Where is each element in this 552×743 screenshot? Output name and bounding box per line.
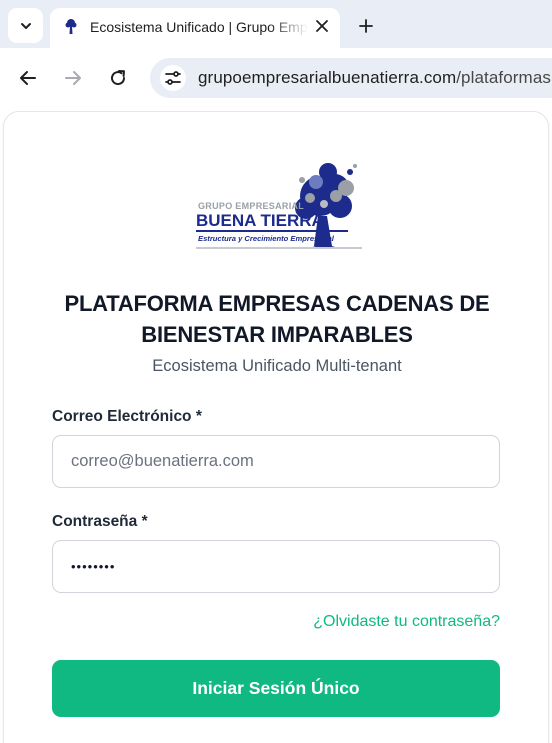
site-settings-button[interactable] xyxy=(160,65,186,91)
forgot-password-link[interactable]: ¿Olvidaste tu contraseña? xyxy=(313,613,500,631)
company-logo: GRUPO EMPRESARIAL BUENA TIERRA Estructur… xyxy=(196,163,362,249)
url-domain: grupoempresarialbuenatierra.com xyxy=(198,68,457,87)
tab-search-button[interactable] xyxy=(8,8,43,43)
password-input[interactable] xyxy=(52,540,500,593)
logo-line-2: BUENA TIERRA xyxy=(196,211,324,230)
back-arrow-icon xyxy=(20,71,36,85)
password-label-text: Contraseña xyxy=(52,513,138,530)
reload-button[interactable] xyxy=(106,66,130,90)
tab-title: Ecosistema Unificado | Grupo Empresarial… xyxy=(90,19,308,35)
email-label-text: Correo Electrónico xyxy=(52,408,192,425)
login-card: GRUPO EMPRESARIAL BUENA TIERRA Estructur… xyxy=(3,111,549,743)
reload-icon xyxy=(111,70,126,86)
active-tab[interactable]: Ecosistema Unificado | Grupo Empresarial… xyxy=(50,8,340,48)
tab-strip: Ecosistema Unificado | Grupo Empresarial… xyxy=(0,0,552,48)
password-label: Contraseña * xyxy=(52,513,148,531)
new-tab-button[interactable] xyxy=(354,14,378,38)
page-viewport: GRUPO EMPRESARIAL BUENA TIERRA Estructur… xyxy=(0,108,552,743)
email-input[interactable] xyxy=(52,435,500,488)
page-title: PLATAFORMA EMPRESAS CADENAS DE BIENESTAR… xyxy=(64,291,490,347)
tab-close-button[interactable] xyxy=(312,16,332,36)
page-subtitle: Ecosistema Unificado Multi-tenant xyxy=(152,357,402,375)
forward-arrow-icon xyxy=(65,71,81,85)
address-bar[interactable]: grupoempresarialbuenatierra.com/platafor… xyxy=(150,58,552,98)
required-mark: * xyxy=(141,513,148,530)
chevron-down-icon xyxy=(20,22,31,29)
forward-button[interactable] xyxy=(61,66,85,90)
url-text: grupoempresarialbuenatierra.com/platafor… xyxy=(198,68,551,88)
login-submit-button[interactable]: Iniciar Sesión Único xyxy=(52,660,500,717)
favicon-tree-icon xyxy=(65,19,77,34)
back-button[interactable] xyxy=(16,66,40,90)
close-icon xyxy=(316,20,328,32)
logo-line-3: Estructura y Crecimiento Empresarial xyxy=(198,234,335,243)
url-path: /plataformas xyxy=(456,68,551,87)
browser-toolbar: grupoempresarialbuenatierra.com/platafor… xyxy=(0,48,552,108)
plus-icon xyxy=(359,19,373,33)
site-settings-icon xyxy=(165,71,181,85)
logo-line-1: GRUPO EMPRESARIAL xyxy=(198,201,304,211)
email-label: Correo Electrónico * xyxy=(52,408,202,426)
required-mark: * xyxy=(195,408,202,425)
